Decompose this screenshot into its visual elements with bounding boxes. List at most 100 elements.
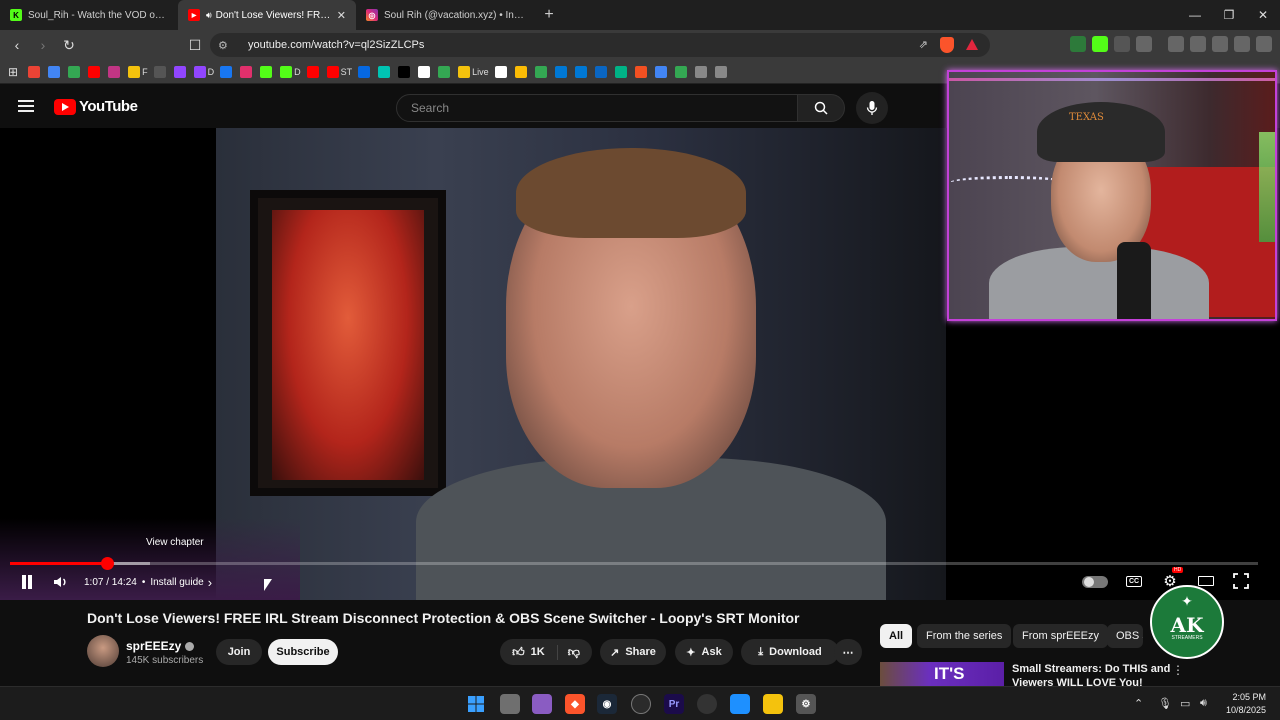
photos-icon[interactable] — [730, 694, 750, 714]
volume-icon[interactable] — [52, 573, 70, 591]
kick-extension-icon[interactable] — [1092, 36, 1108, 52]
brave-rewards-icon[interactable] — [966, 39, 978, 50]
puzzle-extensions-icon[interactable] — [1136, 36, 1152, 52]
bookmark-item[interactable]: D — [193, 65, 214, 78]
apps-grid-icon[interactable]: ⊞ — [8, 65, 18, 79]
chapter-title[interactable]: Install guide — [150, 577, 203, 588]
thumbs-down-icon[interactable]: 👎︎ — [556, 644, 580, 660]
bookmark-item[interactable] — [654, 65, 669, 78]
more-actions-button[interactable]: ⋯ — [834, 639, 862, 665]
address-bar[interactable]: ⚙ youtube.com/watch?v=ql2SizZLCPs ⇗ — [210, 33, 990, 57]
bookmark-item[interactable] — [358, 65, 372, 78]
close-tab-icon[interactable]: ✕ — [337, 9, 346, 22]
discord-icon[interactable] — [697, 694, 717, 714]
bookmark-item[interactable] — [108, 65, 122, 78]
fullscreen-button[interactable] — [1231, 571, 1251, 591]
bookmark-item[interactable]: F — [128, 65, 148, 78]
bookmark-item[interactable]: D — [280, 65, 301, 78]
bookmark-icon[interactable]: ☐ — [184, 34, 206, 56]
file-explorer-icon[interactable] — [763, 694, 783, 714]
hamburger-menu-icon[interactable] — [18, 100, 34, 112]
search-input[interactable]: Search — [396, 94, 798, 122]
thumbs-up-icon[interactable]: 👍︎ — [512, 645, 525, 660]
bookmark-item[interactable]: Live — [458, 65, 489, 78]
microphone-tray-icon[interactable]: 🎙︎ — [1158, 697, 1172, 710]
back-icon[interactable]: ‹ — [6, 34, 28, 56]
recommendation-menu-icon[interactable]: ⋮ — [1172, 663, 1184, 677]
brave-browser-icon[interactable]: ◆ — [565, 694, 585, 714]
tab-youtube[interactable]: ▶ 🔊︎ Don't Lose Viewers! FREE IRL ✕ — [178, 0, 356, 30]
steam-icon[interactable]: ◉ — [597, 694, 617, 714]
premiere-pro-icon[interactable]: Pr — [664, 694, 684, 714]
wallet-icon[interactable] — [1212, 36, 1228, 52]
speaker-icon[interactable]: 🔊︎ — [206, 10, 212, 21]
bookmark-item[interactable] — [88, 65, 102, 78]
bookmark-item[interactable] — [260, 65, 274, 78]
minimize-icon[interactable]: — — [1178, 0, 1212, 30]
download-button[interactable]: ⤓ Download — [741, 639, 839, 665]
bookmark-item[interactable] — [554, 65, 569, 78]
reload-icon[interactable]: ↻ — [58, 34, 80, 56]
network-icon[interactable]: ▭ — [1180, 697, 1190, 710]
bookmark-item[interactable] — [714, 65, 729, 78]
start-menu-icon[interactable] — [466, 694, 486, 714]
youtube-logo[interactable]: YouTube — [54, 98, 138, 115]
bookmark-item[interactable] — [674, 65, 689, 78]
bookmark-item[interactable] — [594, 65, 609, 78]
sidebar-icon[interactable] — [1190, 36, 1206, 52]
bookmark-item[interactable] — [694, 65, 709, 78]
subscribe-button[interactable]: Subscribe — [268, 639, 338, 665]
bookmark-item[interactable] — [378, 65, 392, 78]
like-count[interactable]: 1K — [531, 646, 545, 658]
media-icon[interactable] — [1168, 36, 1184, 52]
bookmark-item[interactable] — [514, 65, 529, 78]
task-view-icon[interactable] — [500, 694, 520, 714]
menu-icon[interactable] — [1256, 36, 1272, 52]
extension-icon[interactable] — [1070, 36, 1086, 52]
recommendation-thumbnail[interactable]: IT'S — [880, 662, 1004, 688]
tab-kick[interactable]: K Soul_Rih - Watch the VOD on Kick — [0, 0, 178, 30]
bookmark-item[interactable] — [48, 65, 62, 78]
bookmark-item[interactable] — [220, 65, 234, 78]
recommendation-title[interactable]: Small Streamers: Do THIS and Viewers WIL… — [1012, 662, 1172, 686]
bookmark-item[interactable] — [418, 65, 432, 78]
bookmark-item[interactable]: ST — [326, 65, 352, 78]
brave-shield-icon[interactable] — [940, 37, 954, 53]
bookmark-item[interactable] — [153, 65, 168, 78]
join-button[interactable]: Join — [216, 639, 262, 665]
editor-app-icon[interactable] — [532, 694, 552, 714]
voice-search-button[interactable] — [856, 92, 888, 124]
vpn-icon[interactable] — [1234, 36, 1250, 52]
bookmark-item[interactable] — [574, 65, 589, 78]
chevron-right-icon[interactable]: › — [208, 575, 212, 590]
obs-icon[interactable] — [631, 694, 651, 714]
progress-bar[interactable] — [10, 557, 1258, 570]
bookmark-item[interactable] — [28, 65, 42, 78]
screenshot-extension-icon[interactable] — [1114, 36, 1130, 52]
bookmark-item[interactable] — [634, 65, 649, 78]
bookmark-item[interactable] — [438, 65, 452, 78]
ask-button[interactable]: ✦ Ask — [675, 639, 733, 665]
autoplay-toggle[interactable] — [1082, 576, 1108, 588]
search-button[interactable] — [797, 94, 845, 122]
tab-instagram[interactable]: ◎ Soul Rih (@vacation.xyz) • Instagram — [356, 0, 534, 30]
show-hidden-icons[interactable]: ⌃ — [1134, 697, 1143, 710]
captions-button[interactable]: CC — [1124, 571, 1144, 591]
chip-from-channel[interactable]: From sprEEEzy — [1013, 624, 1109, 648]
close-window-icon[interactable]: ✕ — [1246, 0, 1280, 30]
chip-obs[interactable]: OBS S — [1107, 624, 1143, 648]
channel-avatar[interactable] — [87, 635, 119, 667]
bookmark-item[interactable] — [494, 65, 509, 78]
pause-icon[interactable] — [20, 575, 34, 589]
bookmark-item[interactable] — [68, 65, 82, 78]
speaker-tray-icon[interactable]: 🔊︎ — [1200, 697, 1207, 710]
bookmark-item[interactable] — [614, 65, 629, 78]
forward-icon[interactable]: › — [32, 34, 54, 56]
bookmark-item[interactable] — [534, 65, 549, 78]
bookmark-item[interactable] — [306, 65, 321, 78]
bookmark-item[interactable] — [173, 65, 188, 78]
channel-name[interactable]: sprEEEzy — [126, 639, 195, 653]
chip-all[interactable]: All — [880, 624, 913, 648]
share-button[interactable]: ↗ Share — [600, 639, 666, 665]
bookmark-item[interactable] — [240, 65, 254, 78]
